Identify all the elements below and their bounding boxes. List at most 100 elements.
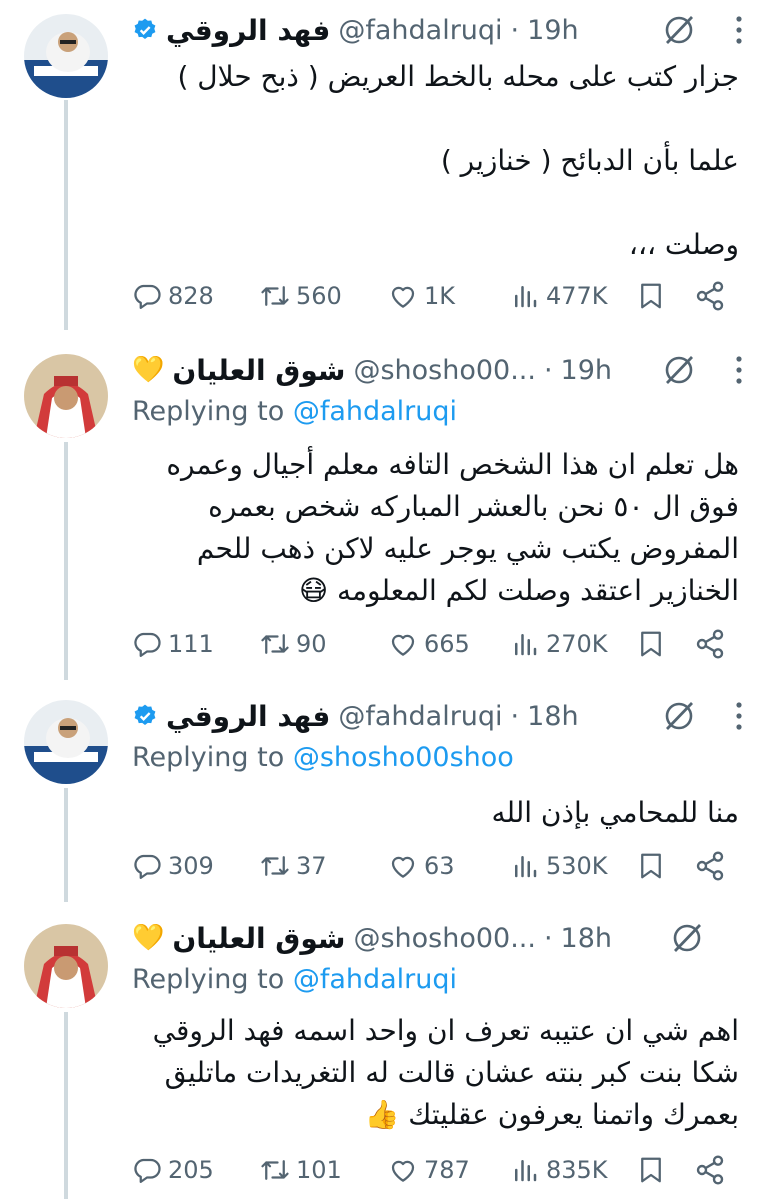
tweet[interactable]: 💛 شوق العليان @shosho00... · 18h Replyin… xyxy=(0,902,765,1199)
tweet-text: هل تعلم ان هذا الشخص التافه معلم أجيال و… xyxy=(166,448,739,607)
tweet[interactable]: فهد الروقي @fahdalruqi · 19h جزار كتب عل… xyxy=(0,0,765,330)
thread-line xyxy=(64,442,68,680)
handle[interactable]: @shosho00... xyxy=(353,923,536,954)
handle[interactable]: @fahdalruqi xyxy=(338,701,502,732)
retweet-button[interactable]: 90 xyxy=(260,624,327,664)
avatar[interactable] xyxy=(24,924,108,1008)
display-name[interactable]: فهد الروقي xyxy=(166,700,330,733)
handle[interactable]: @shosho00... xyxy=(353,355,536,386)
tweet[interactable]: 💛 شوق العليان @shosho00... · 19h Replyin… xyxy=(0,330,765,680)
share-icon[interactable] xyxy=(694,280,726,312)
like-button[interactable]: 1K xyxy=(388,276,455,316)
retweet-button[interactable]: 37 xyxy=(260,846,327,886)
timestamp[interactable]: 18h xyxy=(527,701,578,732)
like-button[interactable]: 787 xyxy=(388,1150,470,1190)
bookmark-icon[interactable] xyxy=(636,1154,666,1186)
reply-button[interactable]: 111 xyxy=(132,624,214,664)
separator-dot: · xyxy=(543,354,553,386)
heart-icon xyxy=(391,1160,415,1182)
reply-button[interactable]: 205 xyxy=(132,1150,214,1190)
reply-icon xyxy=(134,1158,161,1183)
timestamp[interactable]: 19h xyxy=(527,15,578,46)
replying-to-link[interactable]: @fahdalruqi xyxy=(293,964,457,995)
retweet-count: 560 xyxy=(296,282,342,310)
grok-icon[interactable] xyxy=(661,12,697,48)
reply-icon xyxy=(134,632,161,657)
more-icon[interactable] xyxy=(731,699,747,733)
tweet[interactable]: فهد الروقي @fahdalruqi · 18h Replying to… xyxy=(0,680,765,902)
thread-line xyxy=(64,788,68,902)
like-count: 665 xyxy=(424,630,470,658)
reply-count: 828 xyxy=(168,282,214,310)
retweet-button[interactable]: 560 xyxy=(260,276,342,316)
reply-button[interactable]: 309 xyxy=(132,846,214,886)
tweet-header: 💛 شوق العليان @shosho00... · 19h xyxy=(132,348,747,392)
avatar[interactable] xyxy=(24,700,108,784)
avatar[interactable] xyxy=(24,14,108,98)
retweet-icon xyxy=(261,856,289,876)
replying-to-label: Replying to xyxy=(132,964,293,995)
separator-dot: · xyxy=(510,14,520,46)
views-icon xyxy=(515,856,537,878)
replying-to-link[interactable]: @shosho00shoo xyxy=(293,742,514,773)
like-button[interactable]: 63 xyxy=(388,846,455,886)
reply-count: 111 xyxy=(168,630,214,658)
share-icon[interactable] xyxy=(694,850,726,882)
display-name[interactable]: شوق العليان xyxy=(172,922,345,955)
retweet-icon xyxy=(261,634,289,654)
display-name[interactable]: شوق العليان xyxy=(172,354,345,387)
replying-to-label: Replying to xyxy=(132,396,293,427)
retweet-count: 101 xyxy=(296,1156,342,1184)
grok-icon[interactable] xyxy=(661,352,697,388)
heart-icon xyxy=(391,856,415,878)
views-button[interactable]: 835K xyxy=(510,1150,608,1190)
views-button[interactable]: 270K xyxy=(510,624,608,664)
verified-badge-icon xyxy=(134,18,156,39)
timestamp[interactable]: 18h xyxy=(561,923,612,954)
separator-dot: · xyxy=(543,922,553,954)
retweet-count: 37 xyxy=(296,852,327,880)
views-icon xyxy=(515,1160,537,1182)
retweet-icon xyxy=(261,286,289,306)
bookmark-icon[interactable] xyxy=(636,280,666,312)
reply-icon xyxy=(134,284,161,309)
replying-to: Replying to @shosho00shoo xyxy=(132,742,514,773)
display-name[interactable]: فهد الروقي xyxy=(166,14,330,47)
more-icon[interactable] xyxy=(731,353,747,387)
bookmark-icon[interactable] xyxy=(636,850,666,882)
views-button[interactable]: 530K xyxy=(510,846,608,886)
timestamp[interactable]: 19h xyxy=(561,355,612,386)
reply-icon xyxy=(134,854,161,879)
handle[interactable]: @fahdalruqi xyxy=(338,15,502,46)
separator-dot: · xyxy=(510,700,520,732)
emoji: 💛 xyxy=(132,923,165,953)
thread-line xyxy=(64,100,68,330)
share-icon[interactable] xyxy=(694,628,726,660)
share-icon[interactable] xyxy=(694,1154,726,1186)
like-count: 787 xyxy=(424,1156,470,1184)
more-icon[interactable] xyxy=(731,13,747,47)
replying-to-link[interactable]: @fahdalruqi xyxy=(293,396,457,427)
bookmark-icon[interactable] xyxy=(636,628,666,660)
reply-count: 205 xyxy=(168,1156,214,1184)
retweet-count: 90 xyxy=(296,630,327,658)
view-count: 530K xyxy=(546,852,608,880)
avatar[interactable] xyxy=(24,354,108,438)
thread-line xyxy=(64,1012,68,1199)
grok-icon[interactable] xyxy=(661,698,697,734)
tweet-text: جزار كتب على محله بالخط العريض ( ذبح حلا… xyxy=(177,60,739,261)
views-button[interactable]: 477K xyxy=(510,276,608,316)
tweet-header: فهد الروقي @fahdalruqi · 18h xyxy=(132,694,747,738)
reply-button[interactable]: 828 xyxy=(132,276,214,316)
action-bar: 205 101 787 835K xyxy=(132,1150,735,1190)
tweet-text: اهم شي ان عتيبه تعرف ان واحد اسمه فهد ال… xyxy=(152,1014,739,1131)
grok-icon[interactable] xyxy=(669,920,705,956)
action-bar: 309 37 63 530K xyxy=(132,846,735,886)
like-button[interactable]: 665 xyxy=(388,624,470,664)
verified-badge-icon xyxy=(134,704,156,725)
action-bar: 111 90 665 270K xyxy=(132,624,735,664)
retweet-button[interactable]: 101 xyxy=(260,1150,342,1190)
like-count: 63 xyxy=(424,852,455,880)
tweet-text: منا للمحامي بإذن الله xyxy=(491,796,739,829)
view-count: 477K xyxy=(546,282,608,310)
